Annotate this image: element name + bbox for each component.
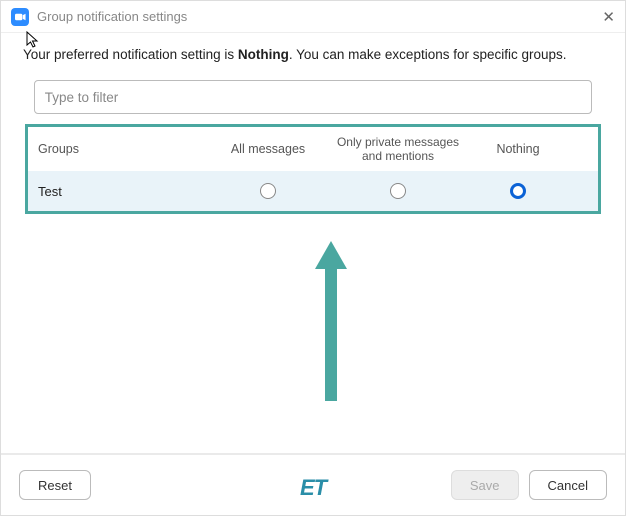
app-icon: [11, 8, 29, 26]
cancel-button[interactable]: Cancel: [529, 470, 607, 500]
col-groups: Groups: [28, 142, 208, 156]
reset-button[interactable]: Reset: [19, 470, 91, 500]
radio-nothing[interactable]: [510, 183, 526, 199]
filter-input[interactable]: [34, 80, 593, 114]
footer-bar: Reset Save Cancel: [1, 453, 625, 515]
close-button[interactable]: ✕: [602, 8, 615, 26]
intro-text: Your preferred notification setting is N…: [1, 33, 625, 62]
intro-prefix: Your preferred notification setting is: [23, 47, 238, 62]
intro-suffix: . You can make exceptions for specific g…: [289, 47, 567, 62]
save-button: Save: [451, 470, 519, 500]
radio-all-messages[interactable]: [260, 183, 276, 199]
titlebar: Group notification settings ✕: [1, 1, 625, 33]
annotation-arrow-icon: [311, 241, 351, 411]
settings-panel: Groups All messages Only private message…: [19, 80, 607, 214]
table-row: Test: [28, 171, 598, 211]
col-all: All messages: [208, 142, 328, 156]
col-private-mentions: Only private messages and mentions: [328, 135, 468, 164]
radio-private-mentions[interactable]: [390, 183, 406, 199]
intro-bold: Nothing: [238, 47, 289, 62]
window-title: Group notification settings: [37, 9, 187, 24]
groups-table: Groups All messages Only private message…: [25, 124, 601, 214]
group-name: Test: [28, 184, 208, 199]
col-nothing: Nothing: [468, 142, 568, 156]
table-header: Groups All messages Only private message…: [28, 127, 598, 171]
